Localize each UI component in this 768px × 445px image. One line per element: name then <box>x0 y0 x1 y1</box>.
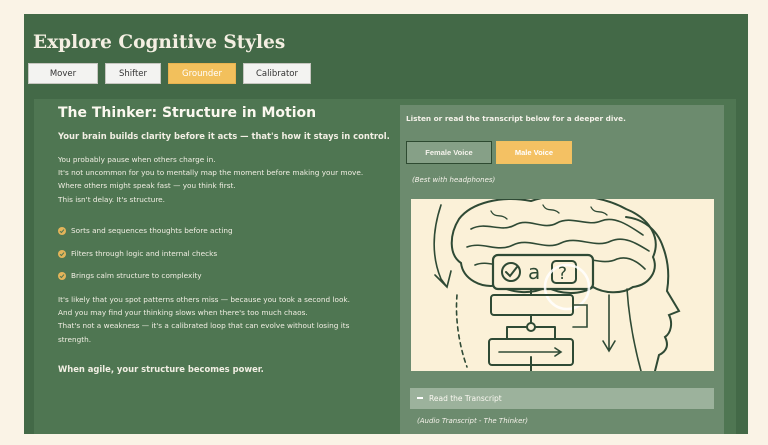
list-item-label: Sorts and sequences thoughts before acti… <box>71 226 233 235</box>
style-tabs: Mover Shifter Grounder Calibrator <box>28 63 311 84</box>
intro-line: You probably pause when others charge in… <box>58 155 216 164</box>
check-circle-icon <box>58 227 66 235</box>
read-transcript-toggle[interactable]: Read the Transcript <box>410 388 714 409</box>
list-item-label: Brings calm structure to complexity <box>71 271 202 280</box>
tab-calibrator[interactable]: Calibrator <box>243 63 311 84</box>
illustration-question: ? <box>558 264 567 284</box>
intro-line: This isn't delay. It's structure. <box>58 194 165 204</box>
brain-illustration[interactable]: a ? <box>411 199 714 371</box>
intro-line: It's not uncommon for you to mentally ma… <box>58 168 364 178</box>
outro-line: That's not a weakness — it's a calibrate… <box>58 321 350 344</box>
intro-paragraph: You probably pause when others charge in… <box>58 153 378 206</box>
trait-list: Sorts and sequences thoughts before acti… <box>58 226 233 294</box>
tab-grounder[interactable]: Grounder <box>168 63 236 84</box>
male-voice-button[interactable]: Male Voice <box>496 141 572 164</box>
outro-line: And you may find your thinking slows whe… <box>58 308 308 318</box>
illustration-letter: a <box>528 260 540 284</box>
app-frame: Explore Cognitive Styles Mover Shifter G… <box>24 14 748 434</box>
transcript-title: (Audio Transcript - The Thinker) <box>417 417 528 425</box>
head-flowchart-illustration: a ? <box>433 199 681 371</box>
section-heading: The Thinker: Structure in Motion <box>58 105 317 121</box>
tab-shifter[interactable]: Shifter <box>105 63 161 84</box>
list-item: Brings calm structure to complexity <box>58 271 233 294</box>
closing-statement: When agile, your structure becomes power… <box>58 364 264 374</box>
section-subheading: Your brain builds clarity before it acts… <box>58 131 390 141</box>
female-voice-button[interactable]: Female Voice <box>406 141 492 164</box>
tab-mover[interactable]: Mover <box>28 63 98 84</box>
outro-paragraph: It's likely that you spot patterns other… <box>58 293 378 346</box>
minus-icon <box>417 397 423 399</box>
list-item: Filters through logic and internal check… <box>58 249 233 272</box>
headphones-note: (Best with headphones) <box>412 176 496 184</box>
audio-intro: Listen or read the transcript below for … <box>406 114 626 123</box>
list-item: Sorts and sequences thoughts before acti… <box>58 226 233 249</box>
outro-line: It's likely that you spot patterns other… <box>58 295 350 304</box>
check-circle-icon <box>58 272 66 280</box>
audio-panel: Listen or read the transcript below for … <box>400 105 724 434</box>
content-panel: The Thinker: Structure in Motion Your br… <box>34 99 736 434</box>
transcript-toggle-label: Read the Transcript <box>429 394 502 403</box>
intro-line: Where others might speak fast — you thin… <box>58 181 236 191</box>
check-circle-icon <box>58 249 66 258</box>
list-item-label: Filters through logic and internal check… <box>71 248 218 258</box>
page-title: Explore Cognitive Styles <box>33 32 286 53</box>
